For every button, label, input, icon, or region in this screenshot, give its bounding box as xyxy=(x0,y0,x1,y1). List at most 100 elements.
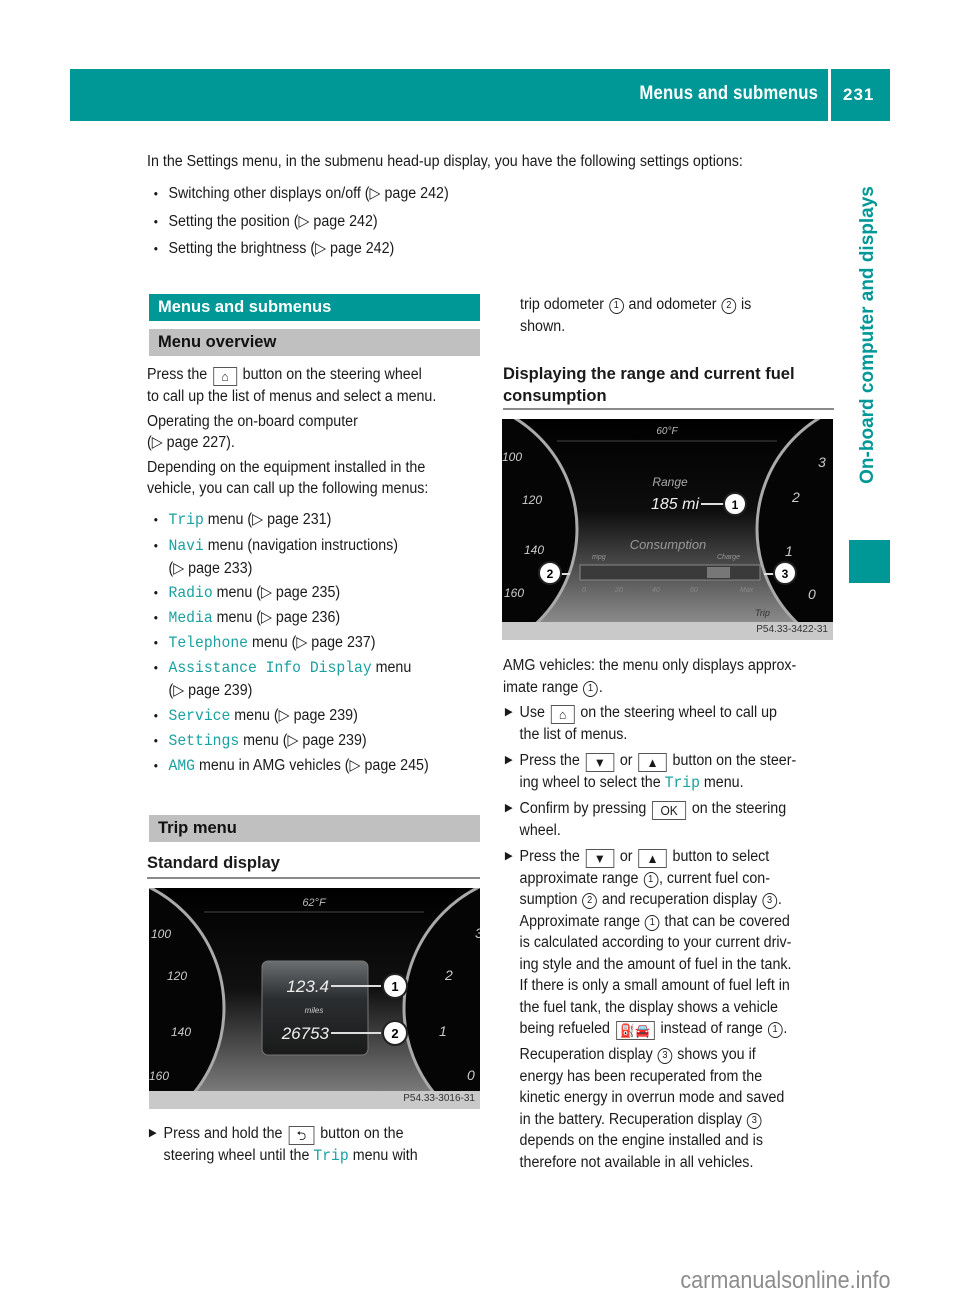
text: Use xyxy=(519,704,545,721)
home-button-icon: ⌂ xyxy=(550,705,575,724)
menu-link-telephone[interactable]: Telephone xyxy=(168,634,248,652)
dashboard-figure-standard: 62°F 123.4 miles 26753 1 2 100 120 140 1… xyxy=(149,888,480,1109)
text: shows you if xyxy=(677,1046,756,1063)
gauge-label: 1 xyxy=(439,1023,447,1039)
intro-text: In the Settings menu, in the submenu hea… xyxy=(147,153,743,170)
menu-link-assistance[interactable]: Assistance Info Display xyxy=(168,659,371,677)
continued-text: trip odometer 1 and odometer 2 is shown. xyxy=(520,294,833,337)
text: and odometer xyxy=(628,296,717,313)
dashboard-svg: 62°F 123.4 miles 26753 1 2 100 120 140 1… xyxy=(149,888,480,1109)
scale-label: 20 xyxy=(614,587,623,594)
scale-label: 60 xyxy=(690,587,698,594)
text: Press the xyxy=(147,366,208,383)
dash-range-value: 185 mi xyxy=(651,496,699,513)
text: button on the steer- xyxy=(672,751,797,769)
header-title: Menus and submenus xyxy=(639,83,818,104)
down-button-icon: ▼ xyxy=(585,752,615,772)
gauge-label: 160 xyxy=(149,1069,169,1083)
text: wheel. xyxy=(519,822,561,839)
text: trip odometer xyxy=(520,296,605,313)
menu-list-item: Settings menu (▷ page 239) xyxy=(151,730,464,755)
text: or xyxy=(619,751,633,769)
figure-id: P54.33-3016-31 xyxy=(403,1093,475,1104)
watermark: carmanualsonline.info xyxy=(679,1267,890,1294)
text: energy has been recuperated from the xyxy=(519,1067,763,1085)
trip-link[interactable]: Trip xyxy=(665,774,700,792)
consumption-bar xyxy=(579,564,761,581)
scale-label: Max xyxy=(740,587,754,594)
page-number: 231 xyxy=(843,85,875,104)
menu-link-service[interactable]: Service xyxy=(168,707,230,725)
menu-link-trip[interactable]: Trip xyxy=(168,511,203,529)
text: menu (▷ page 236) xyxy=(216,609,341,626)
text: (▷ page 233) xyxy=(168,559,253,577)
callout-3-icon: 3 xyxy=(657,1048,673,1064)
scale-label: 0 xyxy=(582,587,586,594)
section-heading-text: Menus and submenus xyxy=(158,298,332,316)
dash-range-label: Range xyxy=(652,475,688,489)
menu-link-amg[interactable]: AMG xyxy=(168,757,195,775)
list-item: Setting the brightness (▷ page 242) xyxy=(151,238,449,266)
down-button-icon: ▼ xyxy=(585,848,615,868)
text: depends on the engine installed and is xyxy=(519,1132,763,1149)
menu-list: Trip menu (▷ page 231) Navi menu (naviga… xyxy=(151,509,464,780)
charge-indicator xyxy=(707,567,730,578)
heading-line: consumption xyxy=(503,387,607,405)
text: menu in AMG vehicles (▷ page 245) xyxy=(198,757,429,774)
up-button-icon: ▲ xyxy=(638,752,667,772)
gauge-label: 140 xyxy=(524,543,544,557)
figure-caption-bar: P54.33-3422-31 xyxy=(502,622,833,640)
text: menu (▷ page 239) xyxy=(234,707,358,724)
text: Depending on the equipment installed in … xyxy=(147,458,426,476)
text: on the steering xyxy=(691,800,787,817)
gauge-label: 100 xyxy=(502,450,522,464)
gauge-label: 3 xyxy=(818,454,826,470)
trip-link[interactable]: Trip xyxy=(313,1147,348,1165)
text: menu (▷ page 231) xyxy=(207,511,332,528)
text: is calculated according to your current … xyxy=(519,934,792,951)
gauge-label: 2 xyxy=(791,489,800,505)
subsection-heading: Menu overview xyxy=(149,329,480,356)
callout-1-label: 1 xyxy=(732,498,739,512)
text: or xyxy=(619,847,633,865)
list-item: Setting the position (▷ page 242) xyxy=(151,211,449,239)
menu-link-settings[interactable]: Settings xyxy=(168,732,239,750)
gauge-label: 3 xyxy=(475,925,480,941)
callout-2-label: 2 xyxy=(391,1026,398,1041)
menu-list-item: Telephone menu (▷ page 237) xyxy=(151,632,464,657)
text: button on the steering wheel xyxy=(242,366,422,383)
menu-link-radio[interactable]: Radio xyxy=(168,584,212,602)
trip-step: Press and hold the ⮌ button on the steer… xyxy=(147,1123,460,1168)
page-reference[interactable]: (▷ page 227). xyxy=(147,432,460,454)
menu-link-navi[interactable]: Navi xyxy=(168,537,203,555)
text: menu (▷ page 235) xyxy=(216,584,341,601)
back-button-icon: ⮌ xyxy=(288,1126,315,1145)
dash-trip-value: 123.4 xyxy=(286,977,329,996)
menu-list-item: Navi menu (navigation instructions) (▷ pa… xyxy=(151,535,464,582)
gauge-label: 100 xyxy=(151,927,171,941)
gauge-label: 140 xyxy=(171,1025,191,1039)
menu-list-item: Service menu (▷ page 239) xyxy=(151,705,464,730)
dash-mpg-label: mpg xyxy=(592,554,606,561)
gauge-label: 0 xyxy=(467,1067,475,1083)
text: imate range xyxy=(503,678,579,696)
subsection-heading-text: Menu overview xyxy=(158,333,277,351)
callout-3-label: 3 xyxy=(782,567,789,581)
text: menu xyxy=(375,659,412,676)
text: button on the xyxy=(320,1125,404,1142)
text: Recuperation display xyxy=(519,1046,653,1063)
section-heading: Menus and submenus xyxy=(149,294,480,321)
dashboard-svg: 60°F Range 185 mi 1 Consumption mpg Char… xyxy=(502,419,833,640)
subsection-heading: Trip menu xyxy=(149,815,480,842)
standard-display-heading: Standard display xyxy=(147,854,280,872)
text: shown. xyxy=(520,317,566,335)
range-heading: Displaying the range and current fuel co… xyxy=(503,363,795,407)
chapter-label: On-board computer and displays xyxy=(857,186,878,484)
text: menu. xyxy=(703,773,744,791)
up-button-icon: ▲ xyxy=(638,848,667,868)
callout-2-icon: 2 xyxy=(582,893,598,909)
text: the list of menus. xyxy=(519,726,628,743)
refuel-icon: ⛽🚘 xyxy=(615,1021,655,1040)
menu-link-media[interactable]: Media xyxy=(168,609,212,627)
text: button to select xyxy=(672,847,770,865)
